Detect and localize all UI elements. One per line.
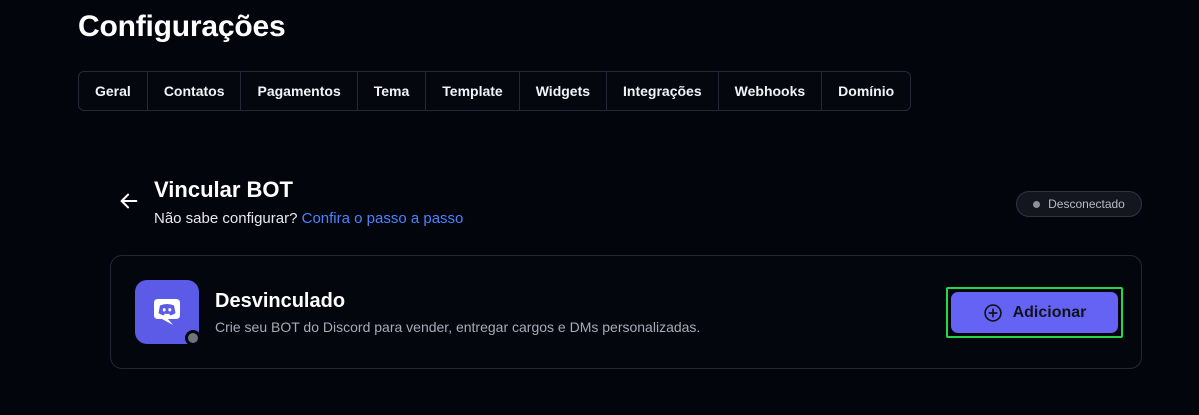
bot-card: Desvinculado Crie seu BOT do Discord par… xyxy=(110,255,1142,369)
settings-page: Configurações Geral Contatos Pagamentos … xyxy=(0,0,1199,415)
status-badge: Desconectado xyxy=(1016,191,1142,217)
tab-dominio[interactable]: Domínio xyxy=(822,72,910,110)
section-title: Vincular BOT xyxy=(154,177,293,202)
add-bot-button[interactable]: Adicionar xyxy=(951,292,1118,333)
arrow-left-icon xyxy=(120,193,138,209)
help-link[interactable]: Confira o passo a passo xyxy=(302,210,464,227)
tab-widgets[interactable]: Widgets xyxy=(520,72,608,110)
tab-geral[interactable]: Geral xyxy=(79,72,148,110)
status-label: Desconectado xyxy=(1048,197,1125,211)
add-button-highlight: Adicionar xyxy=(946,287,1123,338)
plus-circle-icon xyxy=(983,303,1002,322)
offline-status-icon xyxy=(185,330,201,346)
bot-card-title: Desvinculado xyxy=(215,290,346,312)
tab-tema[interactable]: Tema xyxy=(358,72,427,110)
section-help: Não sabe configurar? Confira o passo a p… xyxy=(154,210,463,227)
add-button-label: Adicionar xyxy=(1012,303,1087,321)
tab-template[interactable]: Template xyxy=(426,72,520,110)
tab-pagamentos[interactable]: Pagamentos xyxy=(241,72,358,110)
tab-contatos[interactable]: Contatos xyxy=(148,72,242,110)
tab-integracoes[interactable]: Integrações xyxy=(607,72,719,110)
tab-webhooks[interactable]: Webhooks xyxy=(719,72,823,110)
page-title: Configurações xyxy=(78,10,286,43)
settings-tabs: Geral Contatos Pagamentos Tema Template … xyxy=(78,71,912,111)
status-dot-icon xyxy=(1033,200,1041,208)
back-button[interactable] xyxy=(118,190,140,212)
help-text: Não sabe configurar? xyxy=(154,210,298,227)
bot-card-description: Crie seu BOT do Discord para vender, ent… xyxy=(215,319,701,335)
discord-icon xyxy=(154,299,180,325)
